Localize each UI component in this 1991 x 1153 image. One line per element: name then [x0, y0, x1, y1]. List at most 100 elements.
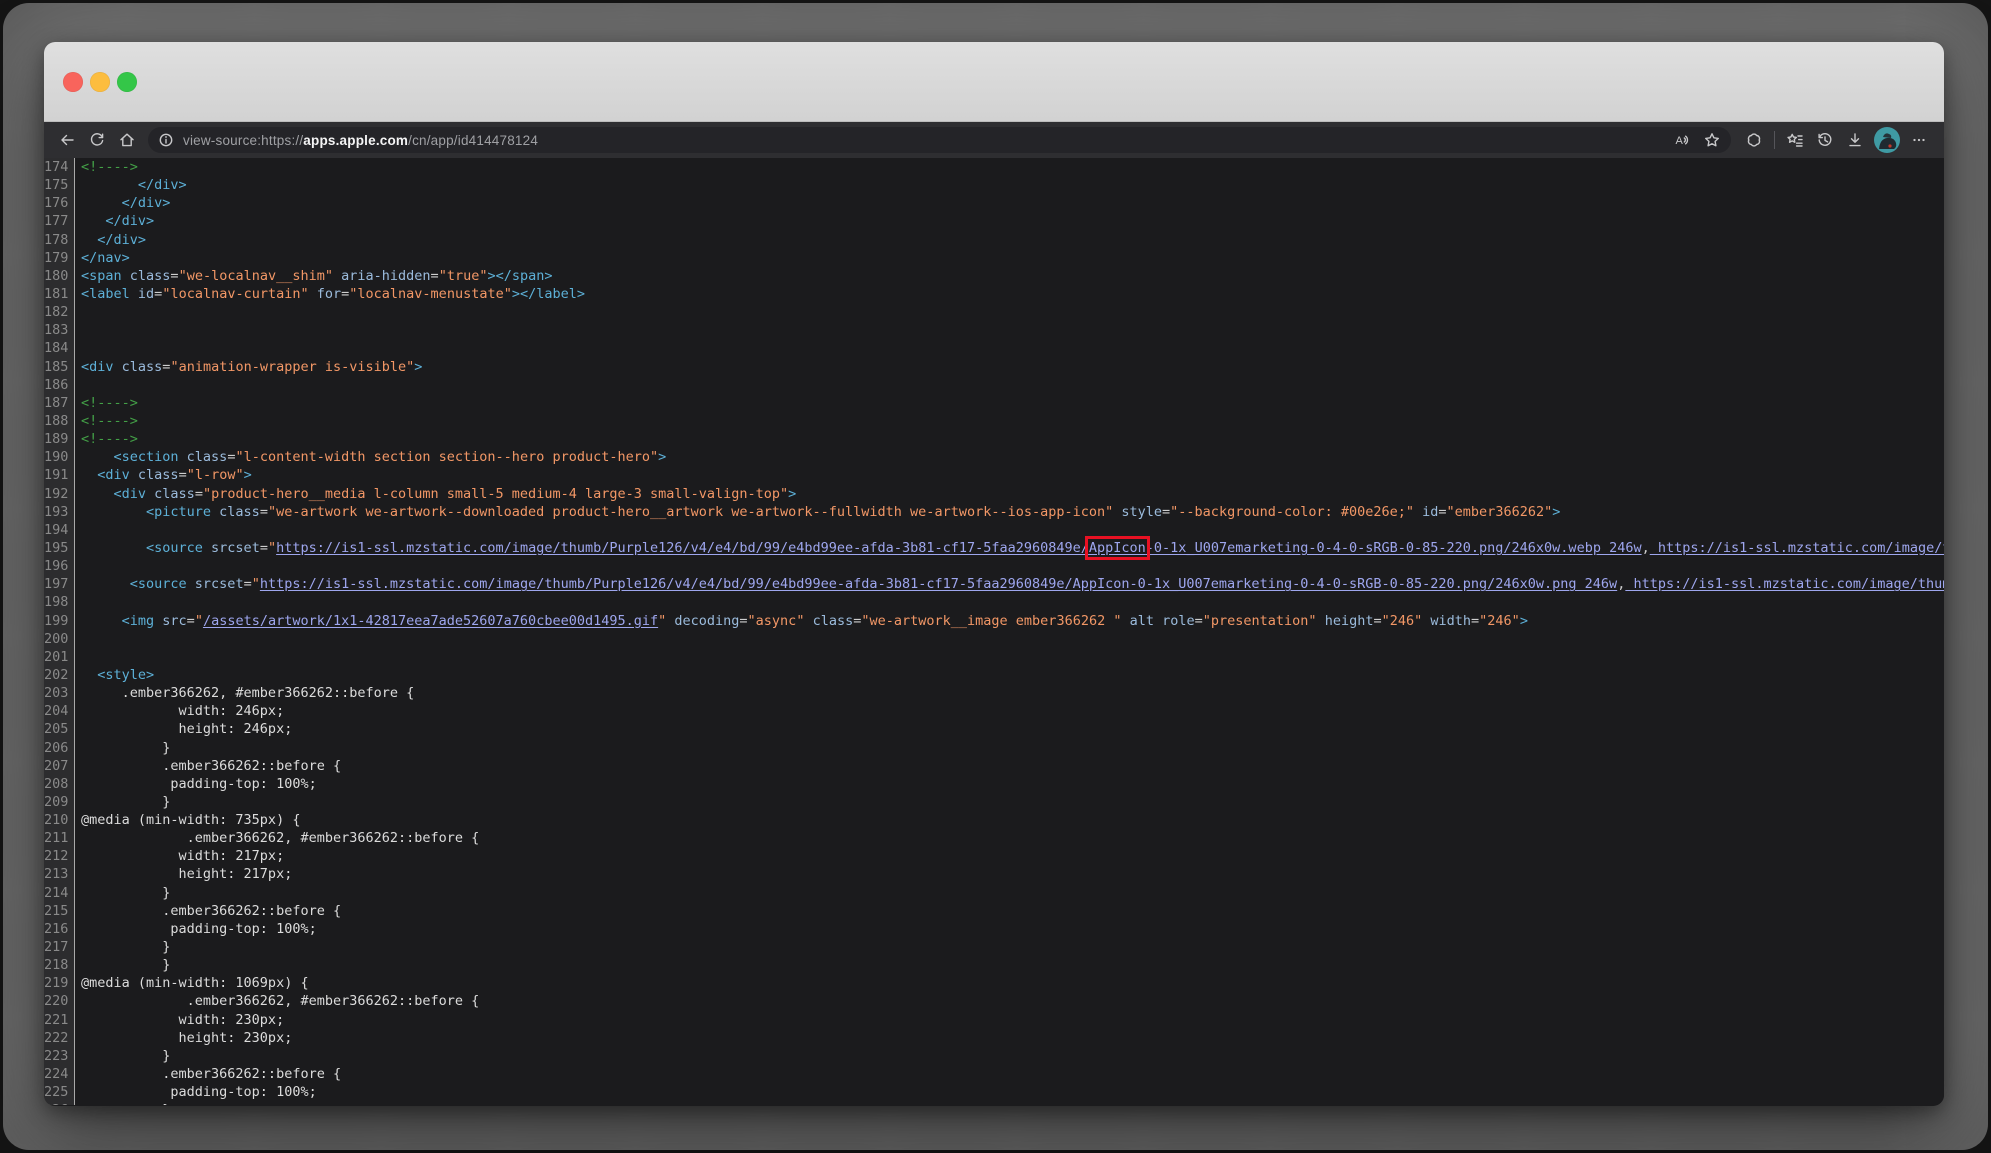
- source-line: 191 <div class="l-row">: [44, 466, 1944, 484]
- line-content: <picture class="we-artwork we-artwork--d…: [74, 503, 1560, 521]
- collections-button[interactable]: [1780, 126, 1810, 154]
- line-content: height: 230px;: [74, 1029, 292, 1047]
- syntax-token: "246": [1382, 613, 1423, 629]
- syntax-token: =: [260, 540, 268, 556]
- syntax-token: =: [431, 268, 439, 284]
- syntax-token: "we-localnav__shim": [179, 268, 333, 284]
- source-link[interactable]: https://is1-ssl.mzstatic.com/image/th: [1650, 540, 1944, 556]
- syntax-token: .ember366262, #ember366262::before {: [81, 830, 479, 846]
- source-line: 176 </div>: [44, 194, 1944, 212]
- syntax-token: >: [414, 359, 422, 375]
- source-line: 208 padding-top: 100%;: [44, 775, 1944, 793]
- syntax-token: height: 217px;: [81, 866, 292, 882]
- syntax-token: style: [1113, 504, 1162, 520]
- syntax-token: @media (min-width: 1069px) {: [81, 975, 309, 991]
- syntax-token: >: [244, 467, 252, 483]
- syntax-token: height: [1317, 613, 1374, 629]
- line-number: 190: [44, 448, 74, 466]
- syntax-token: =: [244, 576, 252, 592]
- zoom-window-button[interactable]: [117, 72, 137, 92]
- line-content: width: 217px;: [74, 847, 284, 865]
- downloads-button[interactable]: [1840, 126, 1870, 154]
- line-content: }: [74, 739, 170, 757]
- extensions-button[interactable]: [1739, 126, 1769, 154]
- line-number: 194: [44, 521, 74, 539]
- line-content: </div>: [74, 176, 187, 194]
- line-content: [74, 630, 81, 648]
- syntax-token: <!---->: [81, 431, 138, 447]
- line-content: <source srcset="https://is1-ssl.mzstatic…: [74, 539, 1944, 557]
- syntax-token: ": [252, 576, 260, 592]
- source-line: 216 padding-top: 100%;: [44, 920, 1944, 938]
- source-line: 218 }: [44, 956, 1944, 974]
- syntax-token: <label: [81, 286, 130, 302]
- line-content: .ember366262::before {: [74, 1065, 341, 1083]
- line-content: <style>: [74, 666, 154, 684]
- line-content: [74, 521, 81, 539]
- source-line: 224 .ember366262::before {: [44, 1065, 1944, 1083]
- page-info-icon[interactable]: [157, 131, 175, 149]
- source-link[interactable]: /assets/artwork/1x1-42817eea7ade52607a76…: [203, 613, 658, 629]
- syntax-token: class: [211, 504, 260, 520]
- collections-icon: [1786, 131, 1804, 149]
- line-content: [74, 648, 81, 666]
- syntax-token: <section: [81, 449, 179, 465]
- syntax-token: "animation-wrapper is-visible": [170, 359, 414, 375]
- line-content: }: [74, 956, 170, 974]
- line-number: 216: [44, 920, 74, 938]
- back-button[interactable]: [52, 126, 82, 154]
- line-number: 225: [44, 1083, 74, 1101]
- source-link[interactable]: https://is1-ssl.mzstatic.com/image/thumb…: [260, 576, 1617, 592]
- source-line: 194: [44, 521, 1944, 539]
- read-aloud-button[interactable]: A: [1667, 126, 1697, 154]
- line-number: 181: [44, 285, 74, 303]
- line-content: }: [74, 884, 170, 902]
- syntax-token: "l-row": [187, 467, 244, 483]
- refresh-button[interactable]: [82, 126, 112, 154]
- screenshot-canvas: view-source:https://apps.apple.com/cn/ap…: [0, 0, 1991, 1153]
- more-menu-button[interactable]: [1904, 126, 1934, 154]
- line-number: 224: [44, 1065, 74, 1083]
- source-line: 210@media (min-width: 735px) {: [44, 811, 1944, 829]
- profile-avatar-image: [1874, 127, 1900, 153]
- close-window-button[interactable]: [63, 72, 83, 92]
- line-number: 200: [44, 630, 74, 648]
- syntax-token: =: [1373, 613, 1381, 629]
- syntax-token: width: [1422, 613, 1471, 629]
- line-content: .ember366262, #ember366262::before {: [74, 684, 414, 702]
- line-number: 202: [44, 666, 74, 684]
- source-line: 225 padding-top: 100%;: [44, 1083, 1944, 1101]
- syntax-token: .ember366262::before {: [81, 758, 341, 774]
- syntax-token: width: 246px;: [81, 703, 284, 719]
- syntax-token: <picture: [81, 504, 211, 520]
- favorite-button[interactable]: [1697, 126, 1727, 154]
- syntax-token: ,: [1642, 540, 1650, 556]
- source-line: 175 </div>: [44, 176, 1944, 194]
- source-link[interactable]: https://is1-ssl.mzstatic.com/image/thumb…: [276, 540, 1089, 556]
- syntax-token: <!---->: [81, 413, 138, 429]
- history-button[interactable]: [1810, 126, 1840, 154]
- syntax-token: "--background-color: #00e26e;": [1170, 504, 1414, 520]
- line-number: 199: [44, 612, 74, 630]
- line-content: <label id="localnav-curtain" for="localn…: [74, 285, 585, 303]
- source-line: 183: [44, 321, 1944, 339]
- appicon-highlight-box[interactable]: AppIcon: [1089, 540, 1146, 556]
- home-button[interactable]: [112, 126, 142, 154]
- syntax-token: </div>: [81, 177, 187, 193]
- source-link[interactable]: -0-1x_U007emarketing-0-4-0-sRGB-0-85-220…: [1146, 540, 1642, 556]
- line-number: 180: [44, 267, 74, 285]
- line-content: padding-top: 100%;: [74, 1083, 317, 1101]
- address-bar[interactable]: view-source:https://apps.apple.com/cn/ap…: [148, 127, 1731, 153]
- source-line: 222 height: 230px;: [44, 1029, 1944, 1047]
- source-line: 207 .ember366262::before {: [44, 757, 1944, 775]
- line-number: 174: [44, 158, 74, 176]
- source-line: 212 width: 217px;: [44, 847, 1944, 865]
- syntax-token: "product-hero__media l-column small-5 me…: [203, 486, 788, 502]
- source-link[interactable]: https://is1-ssl.mzstatic.com/image/thumb: [1625, 576, 1944, 592]
- line-number: 210: [44, 811, 74, 829]
- source-line: 174<!---->: [44, 158, 1944, 176]
- minimize-window-button[interactable]: [90, 72, 110, 92]
- line-content: <source srcset="https://is1-ssl.mzstatic…: [74, 575, 1944, 593]
- profile-avatar[interactable]: [1874, 127, 1900, 153]
- line-number: 179: [44, 249, 74, 267]
